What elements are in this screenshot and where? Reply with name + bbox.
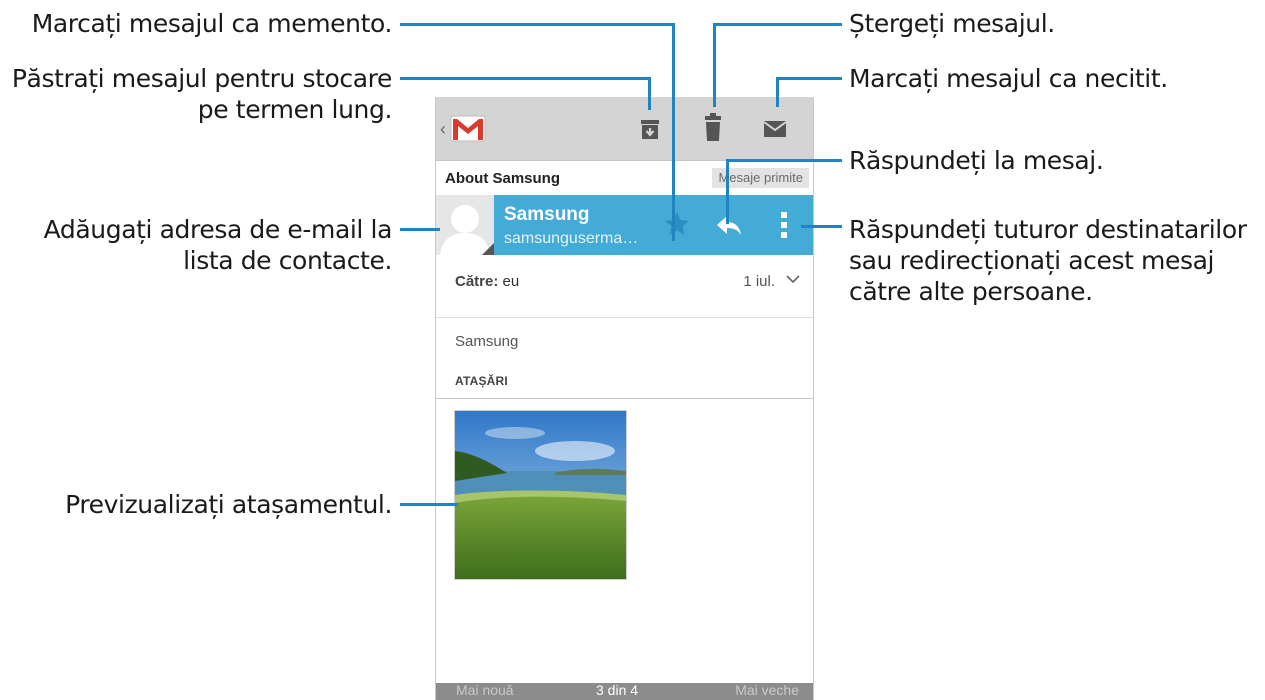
older-button[interactable]: Mai veche — [735, 682, 799, 698]
newer-button[interactable]: Mai nouă — [456, 682, 514, 698]
divider — [436, 398, 813, 399]
callout-line — [400, 77, 650, 80]
overflow-menu-icon[interactable] — [776, 209, 792, 241]
sender-row[interactable]: Samsung samsunguserma… — [436, 195, 813, 255]
action-bar: ‹ — [436, 97, 813, 161]
landscape-photo — [455, 411, 626, 579]
archive-icon[interactable] — [630, 109, 670, 149]
message-subject: About Samsung — [445, 170, 560, 187]
callout-line — [400, 503, 458, 506]
contact-avatar[interactable] — [436, 195, 494, 255]
sender-name: Samsung — [504, 204, 590, 225]
reply-icon[interactable] — [714, 210, 744, 240]
attachment-thumbnail[interactable] — [454, 410, 627, 580]
callout-star: Marcați mesajul ca memento. — [31, 9, 393, 38]
callout-line — [400, 228, 440, 231]
sender-email: samsunguserma… — [504, 230, 639, 247]
callout-line — [400, 23, 674, 26]
subject-row: About Samsung Mesaje primite — [436, 161, 813, 195]
to-label: Către: — [455, 273, 499, 290]
callout-line — [672, 23, 675, 241]
callout-line — [776, 77, 842, 80]
attachments-header: ATAȘĂRI — [455, 374, 508, 388]
callout-line — [801, 225, 842, 228]
callout-delete: Ștergeți mesajul. — [849, 9, 1055, 38]
star-icon[interactable] — [662, 209, 692, 239]
callout-line — [726, 159, 842, 162]
callout-line — [713, 23, 716, 107]
recipient-details-row[interactable]: Către: eu 1 iul. — [436, 255, 813, 318]
callout-reply: Răspundeți la mesaj. — [849, 146, 1104, 175]
gmail-logo-icon[interactable] — [450, 113, 486, 143]
callout-preview: Previzualizați atașamentul. — [65, 490, 392, 519]
mark-unread-icon[interactable] — [755, 109, 795, 149]
callout-line — [648, 77, 651, 110]
callout-more: Răspundeți tuturor destinatarilor sau re… — [849, 215, 1247, 306]
callout-contact: Adăugați adresa de e-mail la lista de co… — [43, 215, 393, 275]
callout-unread: Marcați mesajul ca necitit. — [849, 64, 1168, 93]
gmail-message-screen: ‹ About Samsung Mesaje primite Samsung s… — [435, 97, 814, 700]
message-pager: Mai nouă 3 din 4 Mai veche — [436, 682, 813, 700]
chevron-down-icon[interactable] — [785, 271, 801, 287]
message-date: 1 iul. — [743, 273, 775, 290]
default-contact-icon — [436, 195, 494, 255]
message-body-text: Samsung — [455, 333, 519, 350]
to-value: eu — [502, 273, 520, 290]
callout-line — [713, 23, 842, 26]
trash-icon[interactable] — [693, 109, 733, 149]
back-chevron-icon[interactable]: ‹ — [440, 119, 446, 140]
recipient-line: Către: eu — [455, 273, 519, 290]
callout-line — [726, 159, 729, 224]
callout-archive: Păstrați mesajul pentru stocare pe terme… — [11, 64, 393, 124]
callout-line — [776, 77, 779, 107]
message-position: 3 din 4 — [596, 682, 639, 698]
